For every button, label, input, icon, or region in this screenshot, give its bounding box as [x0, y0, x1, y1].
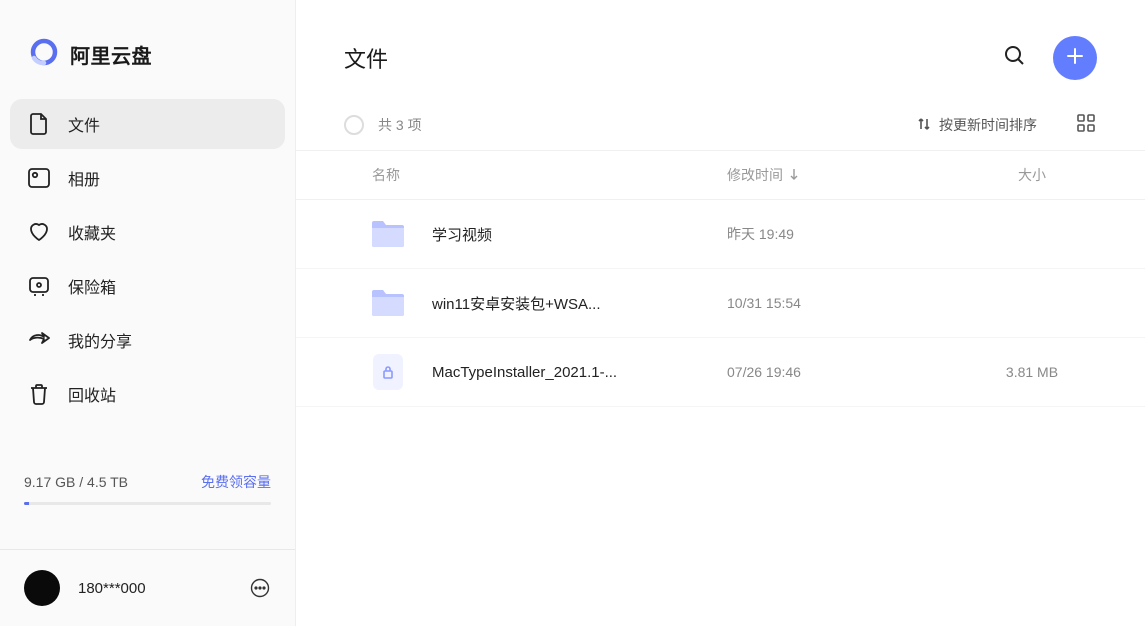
logo-icon [30, 38, 58, 71]
sort-label: 按更新时间排序 [939, 115, 1037, 135]
file-row[interactable]: win11安卓安装包+WSA... 10/31 15:54 [296, 269, 1145, 338]
nav-label: 收藏夹 [68, 220, 116, 244]
share-icon [28, 329, 50, 351]
select-all-checkbox[interactable] [344, 115, 364, 135]
sidebar-item-files[interactable]: 文件 [10, 99, 285, 149]
sidebar: 阿里云盘 文件 相册 [0, 0, 296, 626]
user-section[interactable]: 180***000 [0, 550, 295, 626]
add-button[interactable] [1053, 36, 1097, 80]
main-content: 文件 共 3 项 [296, 0, 1145, 626]
file-time: 07/26 19:46 [727, 364, 967, 380]
app-name: 阿里云盘 [70, 40, 152, 69]
file-name: MacTypeInstaller_2021.1-... [432, 364, 727, 381]
list-header: 名称 修改时间 大小 [296, 150, 1145, 200]
file-icon [28, 113, 50, 135]
nav-label: 保险箱 [68, 274, 116, 298]
column-time[interactable]: 修改时间 [727, 165, 967, 185]
storage-upgrade-link[interactable]: 免费领容量 [201, 472, 271, 492]
grid-icon [1077, 114, 1095, 137]
nav-label: 我的分享 [68, 328, 132, 352]
storage-info: 9.17 GB / 4.5 TB 免费领容量 [0, 460, 295, 513]
nav-label: 文件 [68, 112, 100, 136]
file-row[interactable]: MacTypeInstaller_2021.1-... 07/26 19:46 … [296, 338, 1145, 407]
heart-icon [28, 221, 50, 243]
document-icon [368, 352, 408, 392]
item-count: 共 3 项 [378, 115, 903, 135]
sort-icon [917, 117, 931, 134]
album-icon [28, 167, 50, 189]
file-time: 昨天 19:49 [727, 224, 967, 244]
plus-icon [1065, 46, 1085, 71]
nav-label: 回收站 [68, 382, 116, 406]
more-icon[interactable] [249, 577, 271, 599]
sidebar-item-share[interactable]: 我的分享 [10, 315, 285, 365]
storage-bar [24, 502, 271, 505]
file-row[interactable]: 学习视频 昨天 19:49 [296, 200, 1145, 269]
logo[interactable]: 阿里云盘 [0, 0, 295, 99]
file-name: win11安卓安装包+WSA... [432, 293, 727, 314]
sort-arrow-down-icon [789, 167, 799, 183]
file-size: 3.81 MB [967, 364, 1097, 380]
page-title: 文件 [344, 42, 997, 74]
nav-label: 相册 [68, 166, 100, 190]
search-icon [1003, 44, 1027, 73]
avatar [24, 570, 60, 606]
folder-icon [368, 283, 408, 323]
header: 文件 [296, 0, 1145, 104]
column-name[interactable]: 名称 [344, 165, 727, 185]
search-button[interactable] [997, 40, 1033, 76]
folder-icon [368, 214, 408, 254]
nav: 文件 相册 收藏夹 [0, 99, 295, 460]
sort-button[interactable]: 按更新时间排序 [917, 115, 1037, 135]
trash-icon [28, 383, 50, 405]
user-name: 180***000 [78, 580, 231, 597]
sidebar-item-album[interactable]: 相册 [10, 153, 285, 203]
column-size[interactable]: 大小 [967, 165, 1097, 185]
file-list: 学习视频 昨天 19:49 win11安卓安装包+WSA... 10/31 15… [296, 200, 1145, 407]
sidebar-item-safe[interactable]: 保险箱 [10, 261, 285, 311]
view-toggle[interactable] [1075, 114, 1097, 136]
sidebar-item-favorites[interactable]: 收藏夹 [10, 207, 285, 257]
toolbar: 共 3 项 按更新时间排序 [296, 104, 1145, 150]
file-name: 学习视频 [432, 224, 727, 245]
safe-icon [28, 275, 50, 297]
sidebar-item-trash[interactable]: 回收站 [10, 369, 285, 419]
storage-text: 9.17 GB / 4.5 TB [24, 474, 128, 490]
file-time: 10/31 15:54 [727, 295, 967, 311]
